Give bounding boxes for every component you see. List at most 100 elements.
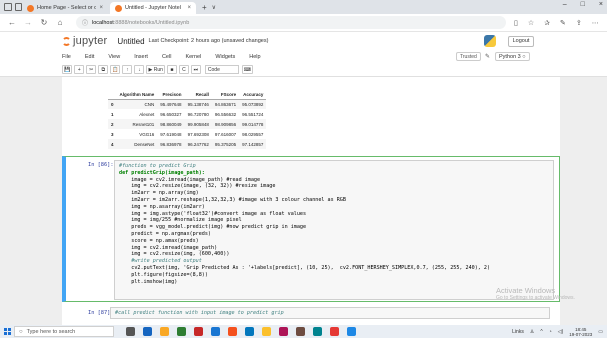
taskbar-app-icon[interactable]: [177, 327, 186, 336]
code-line: plt.figure(figsize=(8,8)): [119, 271, 208, 278]
taskbar-app-icon[interactable]: [262, 327, 271, 336]
site-info-icon[interactable]: ⓘ: [82, 18, 88, 27]
insert-cell-button[interactable]: +: [74, 65, 85, 74]
address-bar-row: ← → ↻ ⌂ ⓘ localhost :8888/notebooks/Unti…: [0, 14, 607, 32]
activate-windows-watermark: Activate Windows Go to Settings to activ…: [496, 286, 575, 301]
workspaces-icon[interactable]: [4, 3, 12, 11]
links-label[interactable]: Links: [512, 329, 524, 335]
code-cell-selected[interactable]: In [86]: #function to predict Grip def pr…: [62, 156, 560, 302]
url-input[interactable]: ⓘ localhost :8888/notebooks/Untitled.ipy…: [76, 16, 506, 29]
tab-title: Untitled - Jupyter Notel: [125, 5, 181, 11]
minimize-button[interactable]: –: [563, 1, 567, 8]
volume-icon[interactable]: ◁): [558, 329, 564, 335]
menu-edit[interactable]: Edit: [85, 54, 94, 60]
edit-pencil-icon[interactable]: ✎: [485, 53, 490, 60]
taskbar-app-icon[interactable]: [211, 327, 220, 336]
code-editor[interactable]: #call predict function with input image …: [110, 307, 550, 319]
taskbar-app-icon[interactable]: [347, 327, 356, 336]
menu-insert[interactable]: Insert: [134, 54, 148, 60]
url-path: :8888/notebooks/Untitled.ipynb: [113, 19, 190, 26]
paste-cell-button[interactable]: 📋: [110, 65, 121, 74]
table-cell: CNN: [116, 99, 158, 109]
pen-icon[interactable]: ✎: [560, 19, 566, 27]
maximize-button[interactable]: □: [581, 1, 585, 8]
search-placeholder: Type here to search: [26, 328, 76, 335]
code-cell[interactable]: In [87]: #call predict function with inp…: [62, 306, 560, 320]
cell-type-select[interactable]: Code: [204, 65, 239, 74]
menu-widgets[interactable]: Widgets: [215, 54, 235, 60]
close-tab-icon[interactable]: ×: [187, 5, 191, 11]
taskbar-app-icon[interactable]: [330, 327, 339, 336]
new-tab-button[interactable]: +: [202, 2, 207, 14]
forward-icon[interactable]: →: [22, 18, 34, 27]
code-editor[interactable]: #function to predict Grip def predictGrip…: [114, 160, 554, 300]
taskbar-app-icon[interactable]: [313, 327, 322, 336]
jupyter-menu-bar: File Edit View Insert Cell Kernel Widget…: [0, 50, 607, 63]
people-icon[interactable]: ♙: [530, 329, 534, 335]
network-icon[interactable]: ◔: [549, 329, 552, 335]
notebook-name[interactable]: Untitled: [117, 37, 144, 46]
tab-actions-icon[interactable]: [15, 3, 22, 11]
home-icon[interactable]: ⌂: [54, 18, 66, 27]
taskbar-app-icon[interactable]: [296, 327, 305, 336]
tab-untitled-notebook[interactable]: Untitled - Jupyter Notel ×: [110, 2, 196, 14]
windows-logo-icon: [3, 328, 11, 335]
table-row: 2 Resnet101 98.860049 99.905848 98.90985…: [108, 119, 267, 129]
restart-button[interactable]: C: [178, 65, 189, 74]
table-cell: 1: [111, 111, 114, 117]
command-palette-button[interactable]: ⌨: [241, 65, 254, 74]
tab-home-page[interactable]: Home Page - Select or creat ×: [22, 2, 108, 14]
move-down-button[interactable]: ↓: [134, 65, 145, 74]
more-icon[interactable]: ⋯: [592, 19, 599, 27]
run-button[interactable]: ▶ Run: [146, 65, 165, 74]
menu-cell[interactable]: Cell: [162, 54, 171, 60]
table-header: FScore: [211, 91, 240, 100]
notifications-icon[interactable]: ▭: [598, 329, 603, 335]
table-cell: 98.860049: [157, 119, 185, 129]
code-line: #write predicted output: [119, 258, 202, 265]
move-up-button[interactable]: ↑: [122, 65, 133, 74]
kernel-indicator[interactable]: Python 3 ○: [495, 52, 530, 61]
save-button[interactable]: 💾: [62, 65, 73, 74]
code-line: img = cv2.imread(image_path): [119, 244, 218, 251]
taskbar-app-icon[interactable]: [194, 327, 203, 336]
share-icon[interactable]: ⇪: [576, 19, 582, 27]
tab-list-dropdown[interactable]: ∨: [212, 2, 216, 14]
logout-button[interactable]: Logout: [508, 36, 534, 47]
start-button[interactable]: [0, 325, 14, 338]
taskbar-search-input[interactable]: ○ Type here to search: [14, 326, 114, 337]
restart-run-all-button[interactable]: ⏭: [190, 65, 201, 74]
back-icon[interactable]: ←: [6, 18, 18, 27]
favorite-star-icon[interactable]: ☆: [528, 19, 534, 27]
menu-kernel[interactable]: Kernel: [185, 54, 201, 60]
code-line: img = img/255 #normalize image pixel: [119, 217, 242, 224]
close-tab-icon[interactable]: ×: [99, 5, 103, 11]
notebook-area[interactable]: Algorithm Name Precison Recall FScore Ac…: [0, 77, 607, 325]
table-row: 1 Alexnet 96.650327 96.720780 96.556632 …: [108, 109, 266, 119]
menu-file[interactable]: File: [62, 54, 71, 60]
clock[interactable]: 18:45 19-07-2023: [569, 327, 592, 337]
close-window-button[interactable]: ×: [599, 1, 603, 8]
reader-view-icon[interactable]: ▯: [514, 19, 518, 27]
url-host: localhost: [92, 19, 114, 26]
taskbar-app-icon[interactable]: [279, 327, 288, 336]
cut-cell-button[interactable]: ✂: [86, 65, 97, 74]
favorites-icon[interactable]: ✰: [544, 19, 550, 27]
taskbar-app-icon[interactable]: [160, 327, 169, 336]
trusted-indicator[interactable]: Trusted: [456, 52, 481, 61]
refresh-icon[interactable]: ↻: [38, 18, 50, 27]
jupyter-logo[interactable]: jupyter: [62, 35, 107, 47]
chevron-up-icon[interactable]: ^: [540, 329, 542, 335]
table-cell: 99.014778: [239, 119, 267, 129]
menu-view[interactable]: View: [108, 54, 120, 60]
taskbar-app-icon[interactable]: [245, 327, 254, 336]
taskbar-app-icon[interactable]: [143, 327, 152, 336]
menu-help[interactable]: Help: [249, 54, 260, 60]
taskbar-app-icon[interactable]: [228, 327, 237, 336]
table-header: [108, 91, 117, 100]
interrupt-button[interactable]: ■: [166, 65, 177, 74]
table-cell: 94.863671: [211, 99, 240, 109]
copy-cell-button[interactable]: ⧉: [98, 65, 109, 74]
code-line: img = cv2.resize(image, (32, 32)) #resiz…: [119, 183, 276, 190]
taskbar-app-icon[interactable]: [126, 327, 135, 336]
